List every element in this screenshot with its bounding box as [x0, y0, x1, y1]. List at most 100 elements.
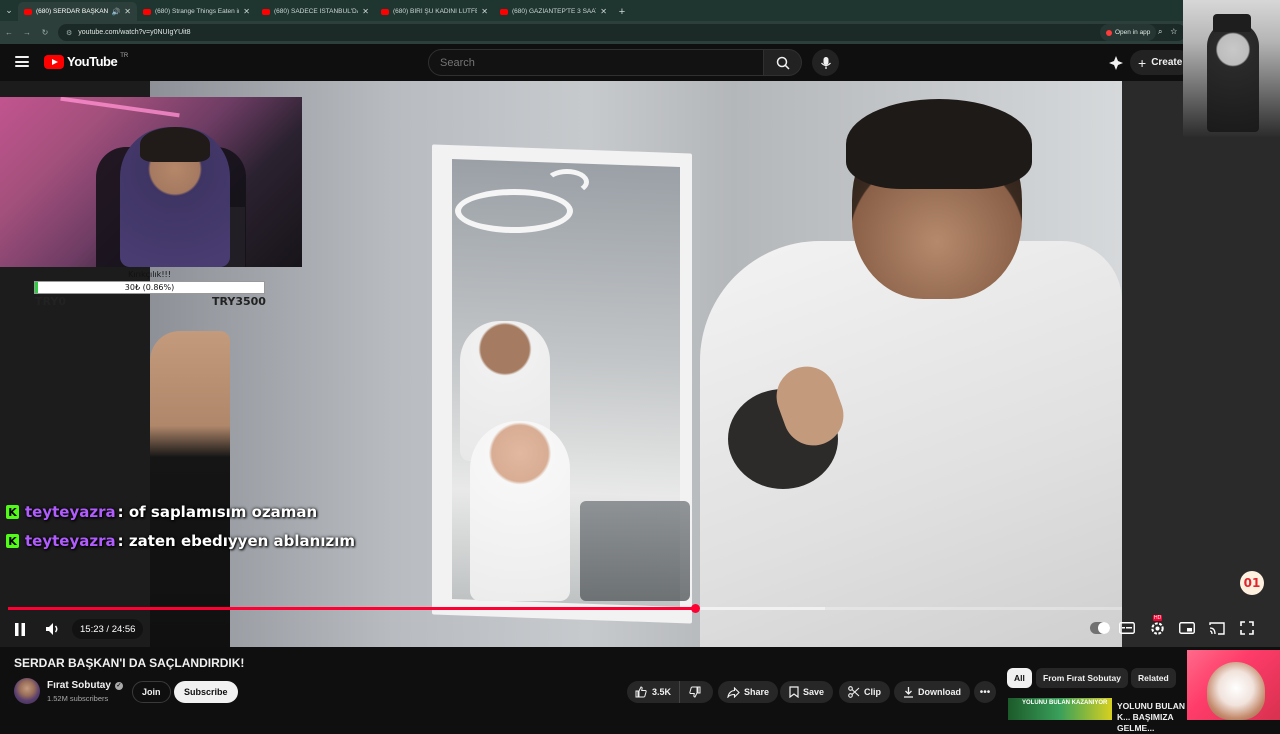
donation-goal-bar: 30₺ (0.86%) — [34, 281, 265, 294]
browser-tab[interactable]: (680) SERDAR BAŞKAN'I DA 🔊 ✕ — [18, 2, 137, 21]
donation-goal-title: Kırıkçılık!!! — [128, 270, 171, 279]
miniplayer-button[interactable] — [1175, 616, 1199, 640]
subscribe-button[interactable]: Subscribe — [174, 681, 238, 703]
plus-icon: + — [1138, 54, 1147, 71]
youtube-favicon-icon — [24, 8, 32, 15]
forward-icon[interactable]: → — [18, 28, 36, 37]
voice-search-button[interactable] — [812, 49, 839, 76]
video-player[interactable]: Kırıkçılık!!! 30₺ (0.86%) TRY0 TRY3500 K… — [0, 81, 1280, 647]
photo-hat — [1213, 14, 1251, 32]
site-info-icon[interactable]: ⚙ — [66, 29, 72, 37]
reload-icon[interactable]: ↻ — [36, 28, 54, 37]
subtitles-button[interactable] — [1115, 616, 1139, 640]
fullscreen-button[interactable] — [1235, 616, 1259, 640]
url-text: youtube.com/watch?v=y0NUIgYUit8 — [78, 29, 191, 36]
progress-bar[interactable] — [8, 604, 1122, 613]
pause-icon — [15, 622, 25, 636]
youtube-masthead: YouTube TR + Create — [0, 44, 1280, 81]
recommended-thumbnail[interactable]: YOLUNU BULAN KAZANIYOR — [1008, 698, 1112, 720]
streamer-hair — [140, 127, 210, 162]
kick-badge-icon: K — [6, 534, 19, 548]
youtube-play-icon — [44, 54, 64, 69]
donation-goal-max: TRY3500 — [212, 295, 266, 308]
logo-wordmark: YouTube — [67, 54, 118, 69]
search-input[interactable] — [428, 49, 764, 76]
save-label: Save — [803, 687, 825, 697]
url-field[interactable]: ⚙ youtube.com/watch?v=y0NUIgYUit8 — [58, 24, 1186, 41]
share-button[interactable]: Share — [718, 681, 779, 703]
tab-title: (680) BİRİ ŞU KADINI LÜTFEN D — [393, 8, 478, 15]
close-tab-icon[interactable]: ✕ — [362, 7, 369, 16]
settings-button[interactable]: HD — [1145, 615, 1169, 640]
back-icon[interactable]: ← — [0, 28, 18, 37]
country-code: TR — [120, 52, 129, 59]
more-icon: ••• — [979, 686, 991, 698]
open-in-app-button[interactable]: Open in app — [1100, 24, 1157, 41]
youtube-favicon-icon — [262, 8, 270, 15]
subscriber-count-badge: 01 — [1240, 571, 1264, 595]
chip-all[interactable]: All — [1007, 668, 1032, 688]
streamer-webcam — [0, 97, 302, 267]
pause-button[interactable] — [10, 619, 30, 639]
recommended-title[interactable]: YOLUNU BULAN K... BAŞIMIZA GELME... — [1117, 701, 1187, 734]
tab-search-icon[interactable]: ⌄ — [0, 0, 18, 21]
ceiling-light-arc — [545, 169, 589, 195]
bystander — [150, 331, 230, 647]
time-display: 15:23 / 24:56 — [72, 619, 144, 639]
tab-title: (680) GAZİANTEP'TE 3 SAATT — [512, 8, 597, 15]
ceiling-light — [455, 189, 573, 233]
browser-tab-strip: ⌄ (680) SERDAR BAŞKAN'I DA 🔊 ✕ (680) Str… — [0, 0, 1280, 21]
close-tab-icon[interactable]: ✕ — [124, 7, 131, 16]
cast-button[interactable] — [1205, 616, 1229, 640]
dislike-button[interactable] — [680, 681, 710, 703]
chat-message: K teyteyazra : of saplamısım ozaman — [6, 503, 317, 521]
youtube-favicon-icon — [500, 8, 508, 15]
cat-image — [1207, 662, 1265, 720]
close-tab-icon[interactable]: ✕ — [481, 7, 488, 16]
channel-name-row[interactable]: Fırat Sobutay ✓ — [47, 680, 123, 691]
download-button[interactable]: Download — [894, 681, 970, 703]
verified-icon: ✓ — [114, 681, 123, 690]
chat-text: : zaten ebedıyyen ablanızım — [117, 532, 355, 550]
browser-tab[interactable]: (680) SADECE İSTANBUL'DA YA ✕ — [256, 2, 375, 21]
autoplay-toggle[interactable] — [1090, 622, 1110, 634]
youtube-favicon-icon — [143, 8, 151, 15]
youtube-favicon-icon — [381, 8, 389, 15]
subtitles-icon — [1119, 622, 1135, 634]
close-tab-icon[interactable]: ✕ — [600, 7, 607, 16]
volume-icon — [46, 623, 58, 635]
channel-name[interactable]: Fırat Sobutay — [47, 680, 111, 691]
cast-icon — [1209, 621, 1225, 635]
chip-from-channel[interactable]: From Fırat Sobutay — [1036, 668, 1128, 688]
new-tab-button[interactable]: + — [613, 2, 631, 21]
chip-related[interactable]: Related — [1131, 668, 1176, 688]
zoom-icon[interactable]: ⌕☆ — [1158, 27, 1185, 37]
more-actions-button[interactable]: ••• — [974, 681, 996, 703]
clip-button[interactable]: Clip — [839, 681, 890, 703]
fullscreen-icon — [1240, 621, 1254, 635]
close-tab-icon[interactable]: ✕ — [243, 7, 250, 16]
join-button[interactable]: Join — [132, 681, 171, 703]
miniplayer-icon — [1179, 622, 1195, 634]
scrubber-handle[interactable] — [691, 604, 700, 613]
microphone-icon — [820, 56, 831, 69]
audio-icon[interactable]: 🔊 — [112, 8, 121, 16]
channel-avatar[interactable] — [14, 678, 40, 704]
kick-badge-icon: K — [6, 505, 19, 519]
historic-photo-overlay — [1183, 0, 1280, 137]
mute-button[interactable] — [42, 619, 64, 639]
donation-goal-amount: 30₺ (0.86%) — [124, 283, 175, 292]
like-button[interactable]: 3.5K — [627, 681, 681, 703]
youtube-logo[interactable]: YouTube TR — [44, 52, 129, 69]
browser-tab[interactable]: (680) BİRİ ŞU KADINI LÜTFEN D ✕ — [375, 2, 494, 21]
barber-shelf — [580, 501, 690, 601]
browser-tab[interactable]: (680) Strange Things Eaten in ✕ — [137, 2, 256, 21]
menu-icon[interactable] — [15, 56, 29, 67]
ai-sparkle-icon[interactable] — [1108, 55, 1124, 71]
share-label: Share — [744, 687, 770, 697]
browser-tab[interactable]: (680) GAZİANTEP'TE 3 SAATT ✕ — [494, 2, 613, 21]
download-icon — [904, 687, 913, 698]
search-button[interactable] — [764, 49, 802, 76]
bookmark-icon — [789, 686, 799, 698]
save-button[interactable]: Save — [780, 681, 834, 703]
